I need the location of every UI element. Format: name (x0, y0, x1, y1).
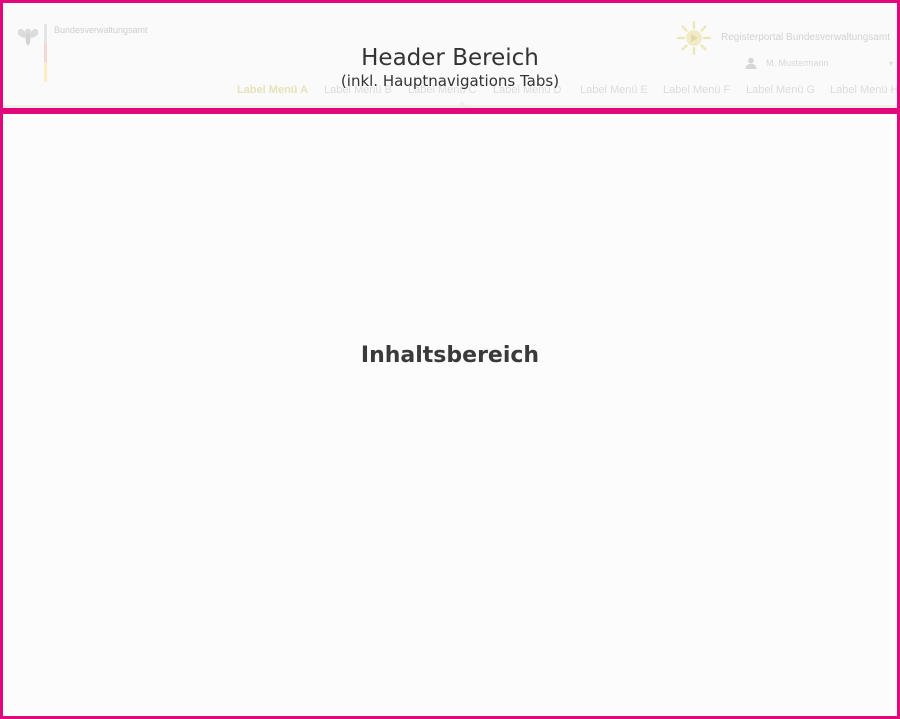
agency-name: Bundesverwaltungsamt (54, 25, 148, 35)
header-region-title: Header Bereich (361, 45, 539, 71)
portal-name[interactable]: Registerportal Bundesverwaltungsamt (721, 32, 890, 43)
header-region-subtitle: (inkl. Hauptnavigations Tabs) (340, 72, 560, 90)
content-region-label: Inhaltsbereich (360, 343, 540, 368)
header-region: Bundesverwaltungsamt Registerportal Bund… (0, 0, 900, 111)
header-divider (3, 105, 897, 108)
page: Bundesverwaltungsamt Registerportal Bund… (0, 0, 900, 719)
content-region: Inhaltsbereich (0, 111, 900, 719)
federal-eagle-icon (18, 28, 38, 46)
